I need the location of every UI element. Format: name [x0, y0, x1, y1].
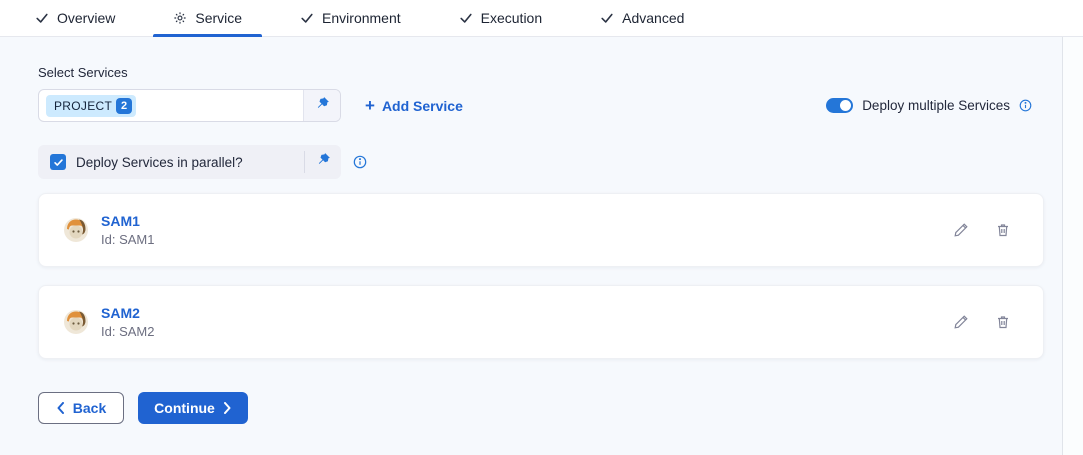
tab-execution[interactable]: Execution	[439, 0, 562, 36]
check-icon	[459, 11, 473, 25]
tab-label: Environment	[322, 10, 401, 26]
tab-label: Service	[195, 10, 242, 26]
services-input-field[interactable]: PROJECT 2	[39, 90, 303, 121]
deploy-multiple-toggle[interactable]	[826, 98, 853, 113]
edit-service-button[interactable]	[953, 222, 969, 238]
pin-checkbox-button[interactable]	[305, 152, 341, 172]
gear-icon	[173, 11, 187, 25]
continue-button[interactable]: Continue	[138, 392, 248, 424]
wizard-tab-bar: Overview Service Environment Execution A…	[0, 0, 1083, 37]
pin-input-button[interactable]	[303, 90, 340, 121]
chip-label: PROJECT	[54, 99, 112, 113]
check-icon	[35, 11, 49, 25]
parallel-checkbox[interactable]	[50, 154, 66, 170]
service-card-list: SAM1 Id: SAM1	[38, 193, 1044, 359]
services-multiselect-input[interactable]: PROJECT 2	[38, 89, 341, 122]
deploy-multiple-label: Deploy multiple Services	[862, 98, 1010, 113]
project-chip[interactable]: PROJECT 2	[46, 95, 136, 117]
info-icon[interactable]	[353, 155, 367, 169]
service-avatar-icon	[63, 217, 89, 243]
pushpin-icon	[316, 152, 331, 172]
service-card-sam2: SAM2 Id: SAM2	[38, 285, 1044, 359]
toggle-knob	[840, 100, 851, 111]
back-button[interactable]: Back	[38, 392, 124, 424]
delete-service-button[interactable]	[995, 314, 1011, 330]
chevron-right-icon	[223, 402, 232, 414]
pushpin-icon	[315, 96, 330, 116]
service-avatar-icon	[63, 309, 89, 335]
tab-label: Execution	[481, 10, 542, 26]
check-icon	[600, 11, 614, 25]
service-card-sam1: SAM1 Id: SAM1	[38, 193, 1044, 267]
tab-environment[interactable]: Environment	[280, 0, 421, 36]
parallel-checkbox-row: Deploy Services in parallel?	[38, 145, 341, 179]
chevron-left-icon	[56, 402, 65, 414]
delete-service-button[interactable]	[995, 222, 1011, 238]
tab-service[interactable]: Service	[153, 0, 262, 36]
service-id: Id: SAM1	[101, 232, 154, 247]
chip-count-badge: 2	[116, 98, 132, 114]
tab-label: Overview	[57, 10, 115, 26]
tab-advanced[interactable]: Advanced	[580, 0, 704, 36]
add-service-label: Add Service	[382, 98, 463, 114]
plus-icon: +	[365, 97, 375, 114]
tab-label: Advanced	[622, 10, 684, 26]
continue-button-label: Continue	[154, 400, 215, 416]
select-services-label: Select Services	[38, 65, 1044, 80]
info-icon[interactable]	[1019, 99, 1032, 112]
back-button-label: Back	[73, 400, 106, 416]
parallel-label: Deploy Services in parallel?	[76, 155, 304, 170]
deploy-multiple-toggle-group: Deploy multiple Services	[826, 98, 1044, 113]
service-id: Id: SAM2	[101, 324, 154, 339]
tab-overview[interactable]: Overview	[15, 0, 135, 36]
service-name-link[interactable]: SAM2	[101, 305, 154, 321]
wizard-footer: Back Continue	[38, 392, 1044, 424]
add-service-button[interactable]: + Add Service	[365, 97, 463, 114]
edit-service-button[interactable]	[953, 314, 969, 330]
service-name-link[interactable]: SAM1	[101, 213, 154, 229]
check-icon	[300, 11, 314, 25]
service-config-panel: Select Services PROJECT 2 + Add Service	[0, 37, 1063, 455]
